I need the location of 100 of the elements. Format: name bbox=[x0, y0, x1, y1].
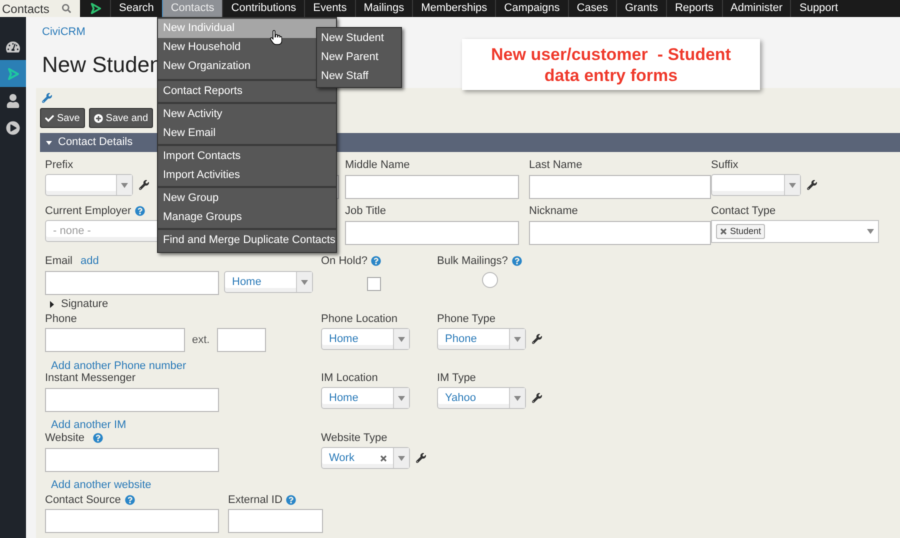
ext-label: ext. bbox=[192, 332, 210, 348]
add-link[interactable]: Add another website bbox=[51, 479, 152, 491]
menu-item[interactable]: New Parent bbox=[317, 48, 401, 67]
field-label: External ID bbox=[228, 492, 282, 508]
search-box[interactable]: Contacts bbox=[0, 0, 80, 17]
wrench-icon[interactable] bbox=[139, 180, 149, 190]
help-icon[interactable] bbox=[286, 495, 296, 505]
field-label: Contact Source bbox=[45, 492, 121, 508]
checkbox[interactable] bbox=[367, 277, 381, 291]
caret-icon bbox=[514, 336, 521, 342]
select-field[interactable]: Yahoo bbox=[437, 387, 526, 409]
nav-tab[interactable]: Campaigns bbox=[495, 0, 568, 17]
person-icon bbox=[6, 94, 20, 108]
nav-tab[interactable]: Mailings bbox=[354, 0, 412, 17]
caret-icon bbox=[867, 229, 874, 234]
caret-icon bbox=[398, 456, 405, 460]
nav-tab[interactable]: Administer bbox=[722, 0, 790, 17]
search-icon bbox=[62, 4, 71, 13]
caret-icon bbox=[46, 140, 52, 146]
select-field[interactable] bbox=[45, 174, 133, 196]
wrench-icon[interactable] bbox=[532, 334, 542, 344]
wrench-icon[interactable] bbox=[532, 393, 542, 403]
field-label: Website Type bbox=[321, 430, 388, 446]
text-field[interactable] bbox=[45, 388, 219, 412]
signature-toggle[interactable]: Signature bbox=[45, 296, 108, 312]
radio-button[interactable] bbox=[482, 272, 498, 288]
help-icon[interactable] bbox=[124, 495, 135, 505]
tag-select-field[interactable]: Student bbox=[711, 220, 879, 243]
clear-icon[interactable] bbox=[380, 454, 387, 462]
callout-note: New user/customer - Student data entry forms bbox=[462, 39, 760, 90]
menu-item[interactable]: New Group bbox=[158, 189, 336, 208]
search-field[interactable]: Contacts bbox=[0, 0, 62, 18]
help-icon[interactable] bbox=[371, 256, 382, 266]
field-label: Phone Location bbox=[321, 312, 398, 327]
text-field[interactable] bbox=[45, 448, 219, 472]
logo-icon[interactable] bbox=[88, 2, 102, 15]
text-field[interactable] bbox=[529, 221, 711, 245]
text-field[interactable] bbox=[45, 509, 219, 533]
wrench-icon[interactable] bbox=[416, 453, 426, 463]
text-field[interactable] bbox=[45, 328, 185, 352]
text-field[interactable] bbox=[228, 509, 323, 533]
field-label: Last Name bbox=[529, 158, 582, 173]
menu-item[interactable]: New Activity bbox=[158, 105, 336, 124]
select-field[interactable]: Work bbox=[321, 447, 410, 469]
play-outline-icon bbox=[6, 66, 20, 80]
text-field[interactable] bbox=[345, 175, 519, 199]
play-icon bbox=[6, 120, 20, 134]
text-field[interactable] bbox=[45, 271, 219, 295]
field-label: Contact Type bbox=[711, 204, 776, 219]
menu-item[interactable]: Manage Groups bbox=[158, 208, 336, 227]
action-button[interactable]: Save bbox=[40, 108, 85, 128]
hand-pointer-icon bbox=[270, 30, 282, 45]
field-label: Middle Name bbox=[345, 158, 410, 173]
select-field[interactable]: Home bbox=[224, 271, 313, 293]
field-label: Phone bbox=[45, 312, 77, 327]
add-link[interactable]: Add another Phone number bbox=[51, 360, 186, 372]
help-icon[interactable] bbox=[512, 256, 522, 266]
tag-label: Student bbox=[730, 224, 762, 238]
select-field[interactable] bbox=[711, 174, 801, 196]
field-label: On Hold? bbox=[321, 254, 368, 269]
nav-tab[interactable]: Cases bbox=[568, 0, 616, 17]
text-field[interactable] bbox=[345, 221, 519, 245]
select-field[interactable]: Home bbox=[321, 328, 410, 350]
menu-item[interactable]: Find and Merge Duplicate Contacts bbox=[158, 231, 336, 250]
nav-tab[interactable]: Reports bbox=[666, 0, 722, 17]
select-field[interactable]: Home bbox=[321, 387, 410, 409]
field-label: Job Title bbox=[345, 204, 386, 219]
help-icon[interactable] bbox=[135, 206, 146, 216]
field-label: Nickname bbox=[529, 204, 578, 219]
text-field[interactable] bbox=[216, 328, 266, 352]
menu-item[interactable]: Import Activities bbox=[158, 166, 336, 185]
text-field[interactable] bbox=[529, 175, 711, 199]
action-button[interactable]: Save and bbox=[88, 108, 154, 128]
add-link[interactable]: add bbox=[80, 252, 99, 270]
field-label: IM Type bbox=[437, 370, 476, 386]
add-link[interactable]: Add another IM bbox=[51, 419, 126, 431]
caret-icon bbox=[398, 336, 405, 342]
caret-icon bbox=[398, 396, 405, 400]
field-label: Website bbox=[45, 430, 85, 446]
caret-icon bbox=[514, 396, 521, 400]
help-icon[interactable] bbox=[92, 433, 103, 443]
wrench-icon[interactable] bbox=[807, 180, 817, 190]
menu-item[interactable]: Contact Reports bbox=[158, 82, 336, 101]
field-label: IM Location bbox=[321, 370, 378, 386]
nav-tab[interactable]: Support bbox=[790, 0, 846, 17]
field-label: Bulk Mailings? bbox=[437, 254, 508, 269]
dashboard-icon bbox=[6, 40, 20, 54]
remove-icon[interactable] bbox=[720, 228, 727, 235]
field-label: Suffix bbox=[711, 158, 738, 173]
select-field[interactable]: Phone bbox=[437, 328, 526, 350]
caret-icon bbox=[789, 182, 796, 188]
caret-icon bbox=[121, 182, 128, 188]
nav-tab[interactable]: Memberships bbox=[412, 0, 496, 17]
nav-tab[interactable]: Grants bbox=[616, 0, 666, 17]
check-icon bbox=[45, 114, 54, 122]
caret-icon bbox=[301, 280, 308, 284]
breadcrumb-link[interactable]: CiviCRM bbox=[42, 24, 86, 40]
field-label: Email bbox=[45, 254, 73, 269]
field-label: Instant Messenger bbox=[45, 370, 136, 386]
plus-icon bbox=[94, 114, 103, 122]
